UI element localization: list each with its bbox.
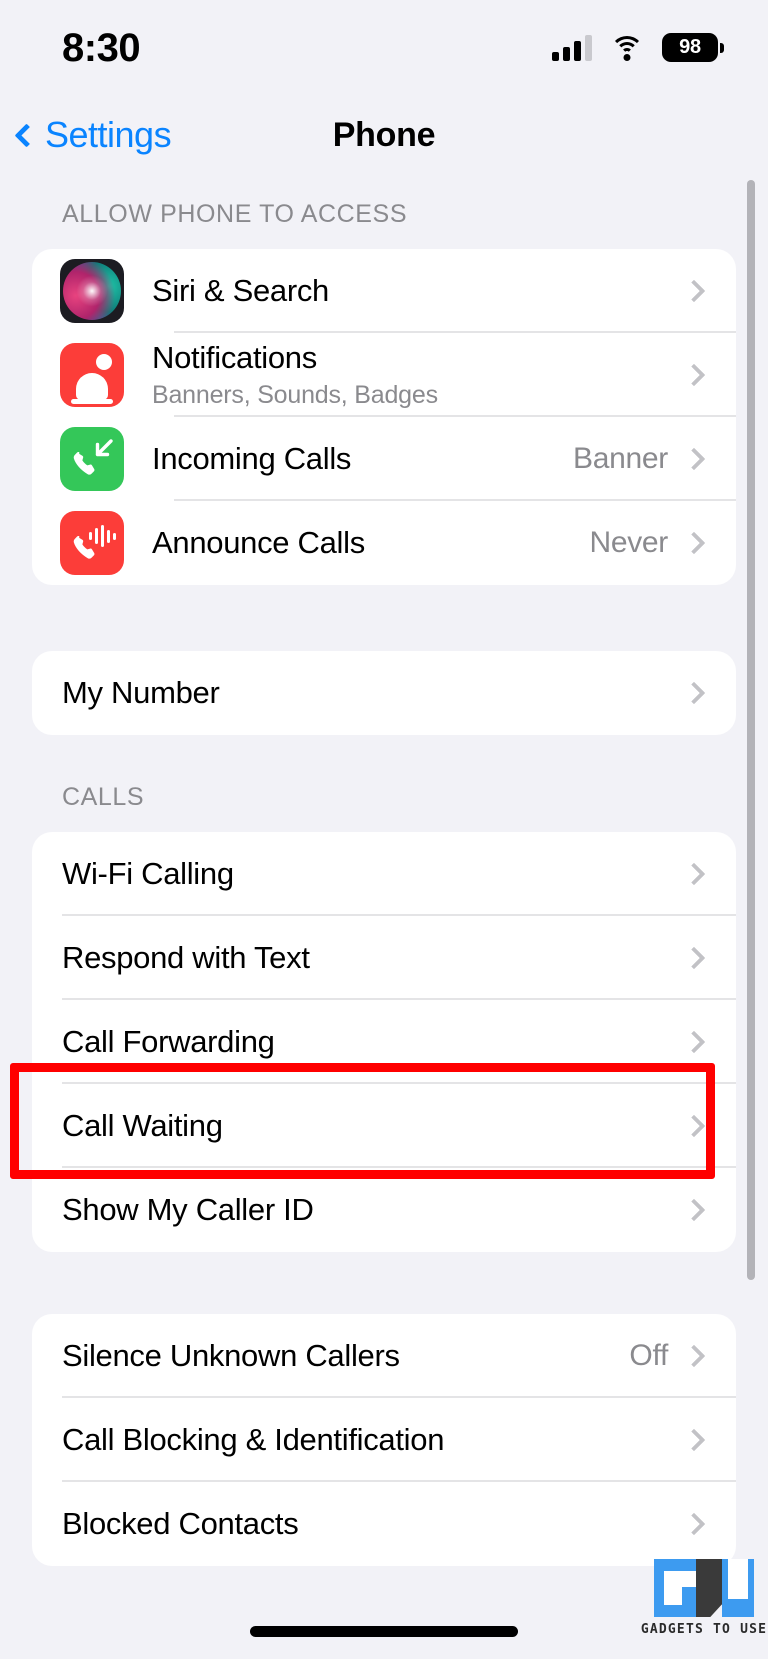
row-text: Show My Caller ID <box>62 1192 686 1228</box>
section-header: CALLS <box>62 783 145 811</box>
row-title: My Number <box>62 675 220 711</box>
row-title: Wi-Fi Calling <box>62 856 234 892</box>
incoming-call-icon <box>60 427 124 491</box>
notifications-bell-icon <box>60 343 124 407</box>
status-bar-indicators: 98 <box>552 33 724 62</box>
settings-row-siri-search[interactable]: Siri & Search <box>32 249 736 333</box>
settings-card: Silence Unknown Callers Off Call Blocking … <box>32 1314 736 1566</box>
row-text: Respond with Text <box>62 940 686 976</box>
row-text: Call Blocking & Identification <box>62 1422 686 1458</box>
row-text: Incoming Calls <box>152 441 573 477</box>
settings-row-announce-calls[interactable]: Announce Calls Never <box>32 501 736 585</box>
settings-row-call-blocking-identification[interactable]: Call Blocking & Identification <box>32 1398 736 1482</box>
chevron-right-icon <box>682 531 706 555</box>
row-text: Announce Calls <box>152 525 589 561</box>
row-title: Show My Caller ID <box>62 1192 314 1228</box>
chevron-right-icon <box>682 1344 706 1368</box>
row-text: Silence Unknown Callers <box>62 1338 629 1374</box>
gadgets-to-use-logo-icon <box>652 1557 756 1619</box>
row-value: Off <box>629 1339 668 1372</box>
page-title: Phone <box>332 115 436 154</box>
settings-section: Silence Unknown Callers Off Call Blocking … <box>0 1314 768 1566</box>
row-text: Call Waiting <box>62 1108 686 1144</box>
chevron-right-icon <box>682 1512 706 1536</box>
chevron-right-icon <box>682 1428 706 1452</box>
status-bar-clock: 8:30 <box>62 25 141 70</box>
iphone-settings-phone-screen: 8:30 98 Settings Phone ALLOW PHONE TO AC… <box>0 0 768 1659</box>
settings-card: My Number <box>32 651 736 735</box>
settings-section: CALLS Wi-Fi Calling Respond with Text Call … <box>0 783 768 1252</box>
status-bar: 8:30 98 <box>0 0 768 95</box>
settings-card: Siri & Search Notifications Banners, Sound… <box>32 249 736 585</box>
row-text: Call Forwarding <box>62 1024 686 1060</box>
battery-percent-label: 98 <box>679 36 701 58</box>
row-value: Never <box>589 526 668 559</box>
sound-waves-icon <box>89 525 116 547</box>
row-title: Incoming Calls <box>152 441 352 477</box>
row-title: Notifications <box>152 340 317 376</box>
chevron-right-icon <box>682 447 706 471</box>
chevron-right-icon <box>682 862 706 886</box>
home-indicator <box>250 1626 518 1637</box>
chevron-right-icon <box>682 1114 706 1138</box>
row-title: Respond with Text <box>62 940 310 976</box>
settings-row-notifications[interactable]: Notifications Banners, Sounds, Badges <box>32 333 736 417</box>
settings-row-silence-unknown-callers[interactable]: Silence Unknown Callers Off <box>32 1314 736 1398</box>
settings-section: ALLOW PHONE TO ACCESS Siri & Search Notifi… <box>0 200 768 585</box>
row-title: Call Waiting <box>62 1108 223 1144</box>
row-text: Wi-Fi Calling <box>62 856 686 892</box>
row-title: Blocked Contacts <box>62 1506 299 1542</box>
row-text: Blocked Contacts <box>62 1506 686 1542</box>
settings-row-my-number[interactable]: My Number <box>32 651 736 735</box>
section-header: ALLOW PHONE TO ACCESS <box>62 200 408 228</box>
settings-row-incoming-calls[interactable]: Incoming Calls Banner <box>32 417 736 501</box>
row-text: My Number <box>62 675 686 711</box>
chevron-right-icon <box>682 1198 706 1222</box>
settings-row-show-my-caller-id[interactable]: Show My Caller ID <box>32 1168 736 1252</box>
row-text: Notifications Banners, Sounds, Badges <box>152 340 686 410</box>
settings-scroll-content[interactable]: ALLOW PHONE TO ACCESS Siri & Search Notifi… <box>0 178 768 1659</box>
wifi-icon <box>610 35 644 61</box>
row-title: Call Blocking & Identification <box>62 1422 445 1458</box>
vertical-scrollbar[interactable] <box>747 180 755 1280</box>
chevron-right-icon <box>682 279 706 303</box>
settings-row-respond-with-text[interactable]: Respond with Text <box>32 916 736 1000</box>
navigation-bar: Settings Phone <box>0 95 768 175</box>
settings-row-call-waiting[interactable]: Call Waiting <box>32 1084 736 1168</box>
settings-row-wi-fi-calling[interactable]: Wi-Fi Calling <box>32 832 736 916</box>
battery-icon: 98 <box>662 33 724 62</box>
siri-icon <box>60 259 124 323</box>
settings-row-call-forwarding[interactable]: Call Forwarding <box>32 1000 736 1084</box>
row-title: Siri & Search <box>152 273 329 309</box>
watermark-logo: GADGETS TO USE <box>641 1557 766 1637</box>
row-title: Call Forwarding <box>62 1024 275 1060</box>
chevron-right-icon <box>682 946 706 970</box>
settings-card: Wi-Fi Calling Respond with Text Call Forwa… <box>32 832 736 1252</box>
settings-section: My Number <box>0 651 768 735</box>
row-text: Siri & Search <box>152 273 686 309</box>
row-subtitle: Banners, Sounds, Badges <box>152 380 438 409</box>
row-value: Banner <box>573 442 668 475</box>
chevron-right-icon <box>682 1030 706 1054</box>
watermark-text: GADGETS TO USE <box>640 1622 768 1637</box>
chevron-right-icon <box>682 681 706 705</box>
cellular-signal-icon <box>552 34 592 61</box>
chevron-right-icon <box>682 363 706 387</box>
row-title: Announce Calls <box>152 525 365 561</box>
settings-row-blocked-contacts[interactable]: Blocked Contacts <box>32 1482 736 1566</box>
row-title: Silence Unknown Callers <box>62 1338 400 1374</box>
announce-calls-icon <box>60 511 124 575</box>
